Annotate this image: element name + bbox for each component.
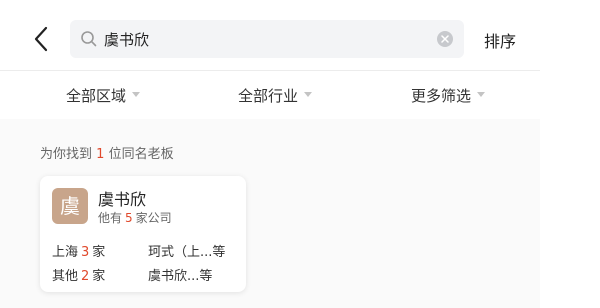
sort-button[interactable]: 排序 (484, 28, 516, 52)
boss-name: 虞书欣 (98, 190, 147, 209)
filter-region[interactable]: 全部区域 (66, 85, 141, 106)
search-box[interactable] (70, 20, 464, 58)
search-header: 排序 (0, 0, 540, 70)
company-count-number: 5 (125, 211, 133, 225)
filter-bar: 全部区域 全部行业 更多筛选 (0, 71, 540, 119)
region-stat: 其他 2 家 (52, 265, 105, 284)
avatar: 虞 (52, 188, 88, 224)
region-name: 上海 (52, 245, 79, 260)
side-margin (540, 0, 600, 308)
company-name: 珂式（上...等 (148, 245, 226, 260)
search-input[interactable] (104, 28, 424, 50)
filter-industry-label: 全部行业 (238, 87, 299, 105)
region-count: 3 (81, 245, 90, 260)
clear-icon[interactable] (437, 31, 453, 47)
results-suffix: 位同名老板 (108, 147, 174, 162)
caret-down-icon (132, 92, 141, 97)
results-count: 1 (96, 147, 105, 162)
filter-region-label: 全部区域 (66, 87, 127, 105)
company-name: 虞书欣...等 (148, 269, 213, 284)
caret-down-icon (304, 92, 313, 97)
results-prefix: 为你找到 (40, 147, 93, 162)
back-icon[interactable] (34, 26, 54, 56)
company-count-suffix: 家公司 (135, 211, 172, 225)
region-unit: 家 (92, 245, 106, 260)
region-stat: 上海 3 家 (52, 241, 105, 260)
search-icon (80, 30, 98, 48)
region-unit: 家 (92, 269, 106, 284)
company-count-prefix: 他有 (98, 211, 123, 225)
results-summary: 为你找到 1 位同名老板 (40, 143, 174, 162)
filter-more-label: 更多筛选 (411, 87, 472, 105)
region-count: 2 (81, 269, 90, 284)
filter-industry[interactable]: 全部行业 (238, 85, 313, 106)
company-count: 他有 5 家公司 (98, 209, 172, 226)
caret-down-icon (477, 92, 486, 97)
region-name: 其他 (52, 269, 79, 284)
app-screen: 排序 全部区域 全部行业 更多筛选 为你找到 1 位同名老板 虞 虞书欣 他有5… (0, 0, 540, 308)
filter-more[interactable]: 更多筛选 (411, 85, 486, 106)
boss-card[interactable]: 虞 虞书欣 他有 5 家公司 上海 3 家 其他 2 家 珂式（上...等 虞书欣...等 (40, 176, 246, 292)
